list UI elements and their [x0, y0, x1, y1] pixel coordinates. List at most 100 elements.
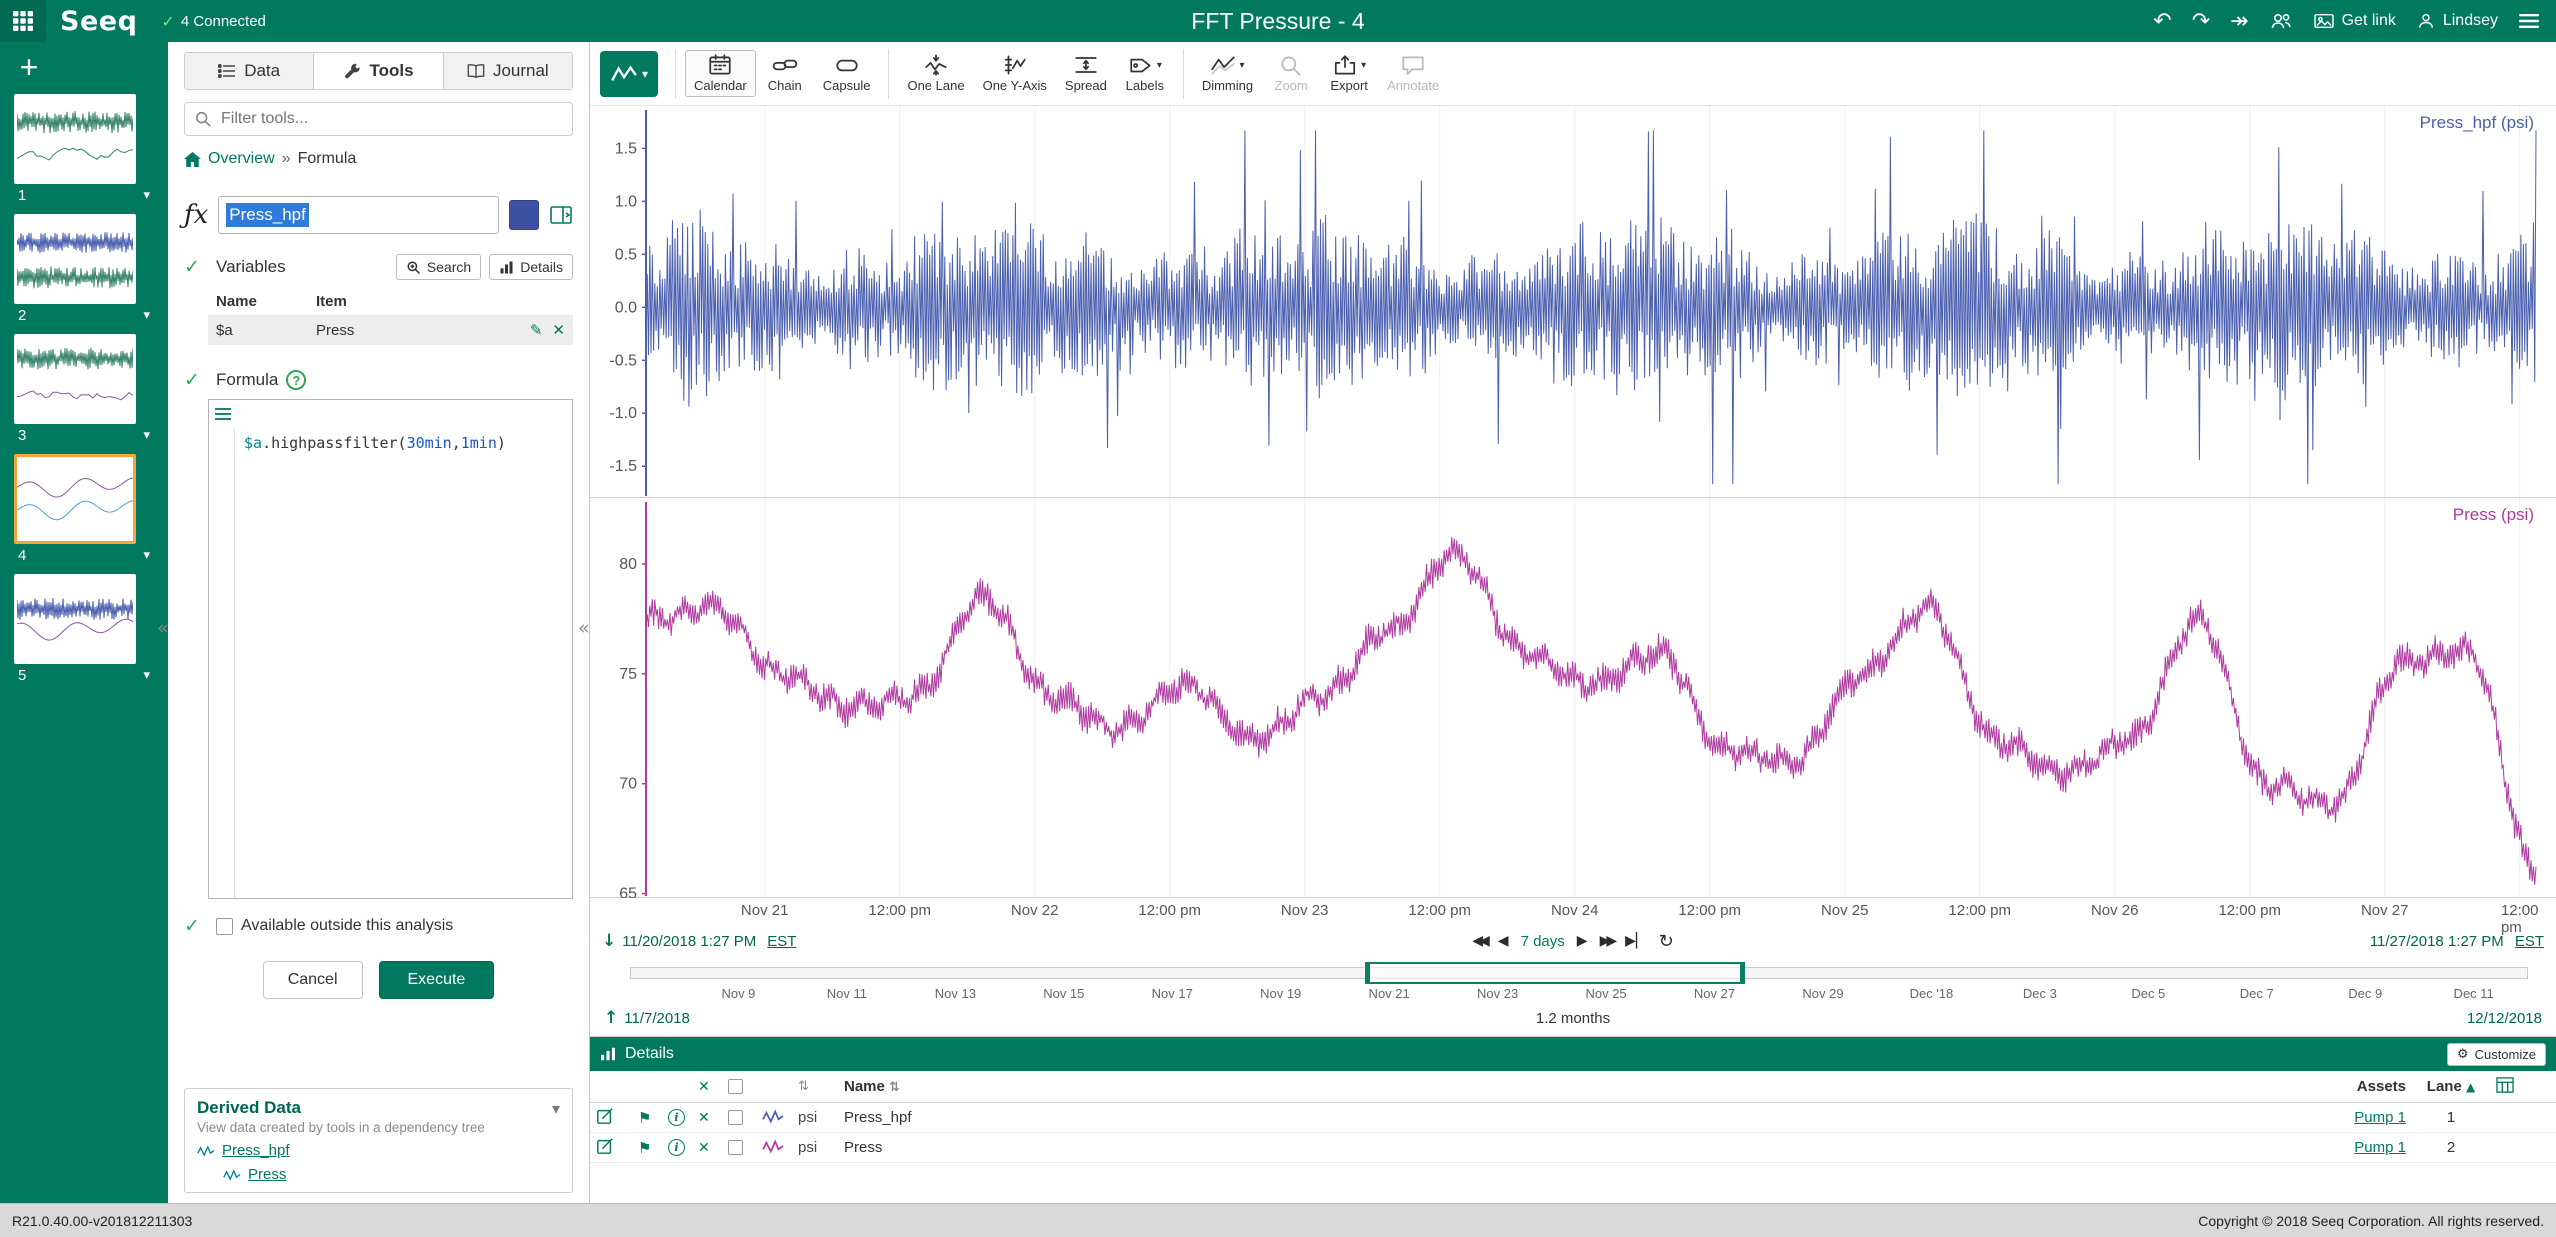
edit-properties-button[interactable]	[596, 1137, 638, 1159]
column-header-assets[interactable]: Assets	[2357, 1078, 2406, 1095]
redo-all-button[interactable]: ↠	[2230, 9, 2248, 34]
step-to-now-button[interactable]: ▶▏	[1625, 933, 1647, 949]
asset-link[interactable]: Pump 1	[2354, 1139, 2406, 1156]
remove-icon[interactable]: ✕	[698, 1110, 728, 1126]
labels-button[interactable]: ▾Labels	[1116, 50, 1174, 97]
new-worksheet-button[interactable]: +	[12, 50, 46, 84]
series-color-swatch[interactable]	[509, 200, 539, 230]
user-menu-button[interactable]: Lindsey	[2416, 11, 2498, 31]
seeq-logo[interactable]: Seeq	[60, 6, 137, 37]
worksheet-3[interactable]: 3▾	[14, 334, 154, 444]
formula-code[interactable]: $a.highpassfilter(30min,1min)	[235, 428, 572, 898]
remove-icon[interactable]: ✕	[698, 1140, 728, 1156]
press-chart[interactable]: 80757065Press (psi)	[590, 498, 2556, 898]
worksheet-menu-chevron-icon[interactable]: ▾	[143, 308, 150, 323]
pin-icon[interactable]: ⚑	[638, 1139, 668, 1157]
auto-update-button[interactable]: ↻	[1659, 931, 1674, 952]
spread-button[interactable]: Spread	[1056, 50, 1116, 97]
collapse-panel-icon[interactable]: «	[578, 617, 590, 639]
worksheet-menu-chevron-icon[interactable]: ▾	[143, 188, 150, 203]
one-y-axis-button[interactable]: One Y-Axis	[974, 50, 1056, 97]
edit-variable-icon[interactable]: ✎	[530, 321, 543, 339]
capsule-label: Capsule	[823, 78, 871, 93]
duration-select[interactable]: 7 days	[1521, 933, 1565, 950]
step-back-full-button[interactable]: ◀◀	[1472, 933, 1486, 949]
select-all-checkbox[interactable]	[728, 1079, 743, 1094]
worksheet-thumbnail[interactable]	[14, 214, 136, 304]
start-timezone-label[interactable]: EST	[767, 933, 796, 950]
signal-name[interactable]: Press_hpf	[844, 1109, 2256, 1126]
filter-tools-input[interactable]	[184, 102, 573, 136]
formula-name-input[interactable]: Press_hpf	[218, 196, 499, 234]
export-button[interactable]: ▾Export	[1320, 50, 1378, 97]
worksheet-2[interactable]: 2▾	[14, 214, 154, 324]
undo-button[interactable]: ↶	[2153, 9, 2171, 34]
info-icon[interactable]: i	[668, 1109, 685, 1126]
hamburger-menu-button[interactable]	[2518, 12, 2540, 30]
edit-properties-button[interactable]	[596, 1107, 638, 1129]
timeline-selection-window[interactable]	[1365, 962, 1745, 984]
worksheet-thumbnail[interactable]	[14, 334, 136, 424]
dimming-button[interactable]: ▾Dimming	[1193, 50, 1262, 97]
collapse-derived-icon[interactable]: ▾	[552, 1099, 560, 1118]
home-icon[interactable]	[184, 152, 201, 167]
worksheet-1[interactable]: 1▾	[14, 94, 154, 204]
pin-icon[interactable]: ⚑	[638, 1109, 668, 1127]
derived-data-link[interactable]: Press_hpf	[222, 1142, 290, 1159]
calendar-button[interactable]: Calendar	[685, 50, 756, 97]
step-forward-full-button[interactable]: ▶▶	[1600, 933, 1614, 949]
expand-editor-icon[interactable]	[549, 205, 573, 225]
collapse-worksheets-icon[interactable]: «	[157, 617, 169, 639]
cancel-button[interactable]: Cancel	[263, 961, 363, 999]
tab-tools[interactable]: Tools	[314, 53, 443, 89]
available-checkbox[interactable]	[216, 918, 233, 935]
worksheet-5[interactable]: 5▾	[14, 574, 154, 684]
signal-name[interactable]: Press	[844, 1139, 2256, 1156]
step-forward-half-button[interactable]: ▶	[1577, 933, 1588, 949]
collaborators-button[interactable]	[2269, 11, 2293, 31]
execute-button[interactable]: Execute	[379, 961, 495, 999]
worksheet-thumbnail[interactable]	[14, 94, 136, 184]
tab-journal[interactable]: Journal	[444, 53, 572, 89]
worksheet-menu-chevron-icon[interactable]: ▾	[143, 548, 150, 563]
customize-button[interactable]: ⚙ Customize	[2447, 1043, 2546, 1066]
svg-text:0.0: 0.0	[615, 299, 637, 316]
remove-variable-icon[interactable]: ✕	[552, 321, 565, 339]
breadcrumb-overview-link[interactable]: Overview	[208, 150, 275, 168]
end-timezone-label[interactable]: EST	[2515, 933, 2544, 950]
chart-type-button[interactable]: ▾	[600, 51, 658, 97]
column-header-name[interactable]: Name ⇅	[844, 1078, 2256, 1095]
press-hpf-chart[interactable]: 1.51.00.50.0-0.5-1.0-1.5Press_hpf (psi)	[590, 106, 2556, 498]
app-switcher-button[interactable]	[0, 0, 46, 42]
worksheet-4[interactable]: 4▾	[14, 454, 154, 564]
worksheet-thumbnail[interactable]	[14, 454, 136, 544]
capsule-button[interactable]: Capsule	[814, 50, 880, 97]
get-link-button[interactable]: Get link	[2313, 12, 2396, 30]
worksheet-menu-chevron-icon[interactable]: ▾	[143, 428, 150, 443]
chain-button[interactable]: Chain	[756, 50, 814, 97]
variables-search-button[interactable]: Search	[396, 254, 481, 280]
editor-menu-icon[interactable]	[214, 407, 232, 421]
zoom-button[interactable]: Zoom	[1262, 50, 1320, 97]
formula-help-icon[interactable]: ?	[286, 370, 306, 390]
sort-toggle-icon[interactable]: ⇅	[798, 1079, 844, 1094]
remove-all-icon[interactable]: ✕	[698, 1079, 728, 1095]
step-back-half-button[interactable]: ◀	[1498, 933, 1509, 949]
info-icon[interactable]: i	[668, 1139, 685, 1156]
formula-editor[interactable]: $a.highpassfilter(30min,1min)	[208, 399, 573, 899]
display-range-start[interactable]: ↓ 11/20/2018 1:27 PMEST	[602, 931, 796, 951]
row-checkbox[interactable]	[728, 1110, 743, 1125]
worksheet-thumbnail[interactable]	[14, 574, 136, 664]
derived-data-link[interactable]: Press	[248, 1166, 286, 1183]
redo-button[interactable]: ↷	[2192, 9, 2210, 34]
variables-details-button[interactable]: Details	[489, 254, 573, 280]
worksheet-menu-chevron-icon[interactable]: ▾	[143, 668, 150, 683]
column-header-lane[interactable]: Lane ▲	[2427, 1078, 2475, 1095]
row-checkbox[interactable]	[728, 1140, 743, 1155]
column-chooser-icon[interactable]	[2496, 1077, 2550, 1097]
tab-data[interactable]: Data	[185, 53, 314, 89]
display-range-end[interactable]: 11/27/2018 1:27 PMEST	[2370, 933, 2544, 950]
one-lane-button[interactable]: One Lane	[898, 50, 973, 97]
annotate-button[interactable]: Annotate	[1378, 50, 1448, 97]
asset-link[interactable]: Pump 1	[2354, 1109, 2406, 1126]
